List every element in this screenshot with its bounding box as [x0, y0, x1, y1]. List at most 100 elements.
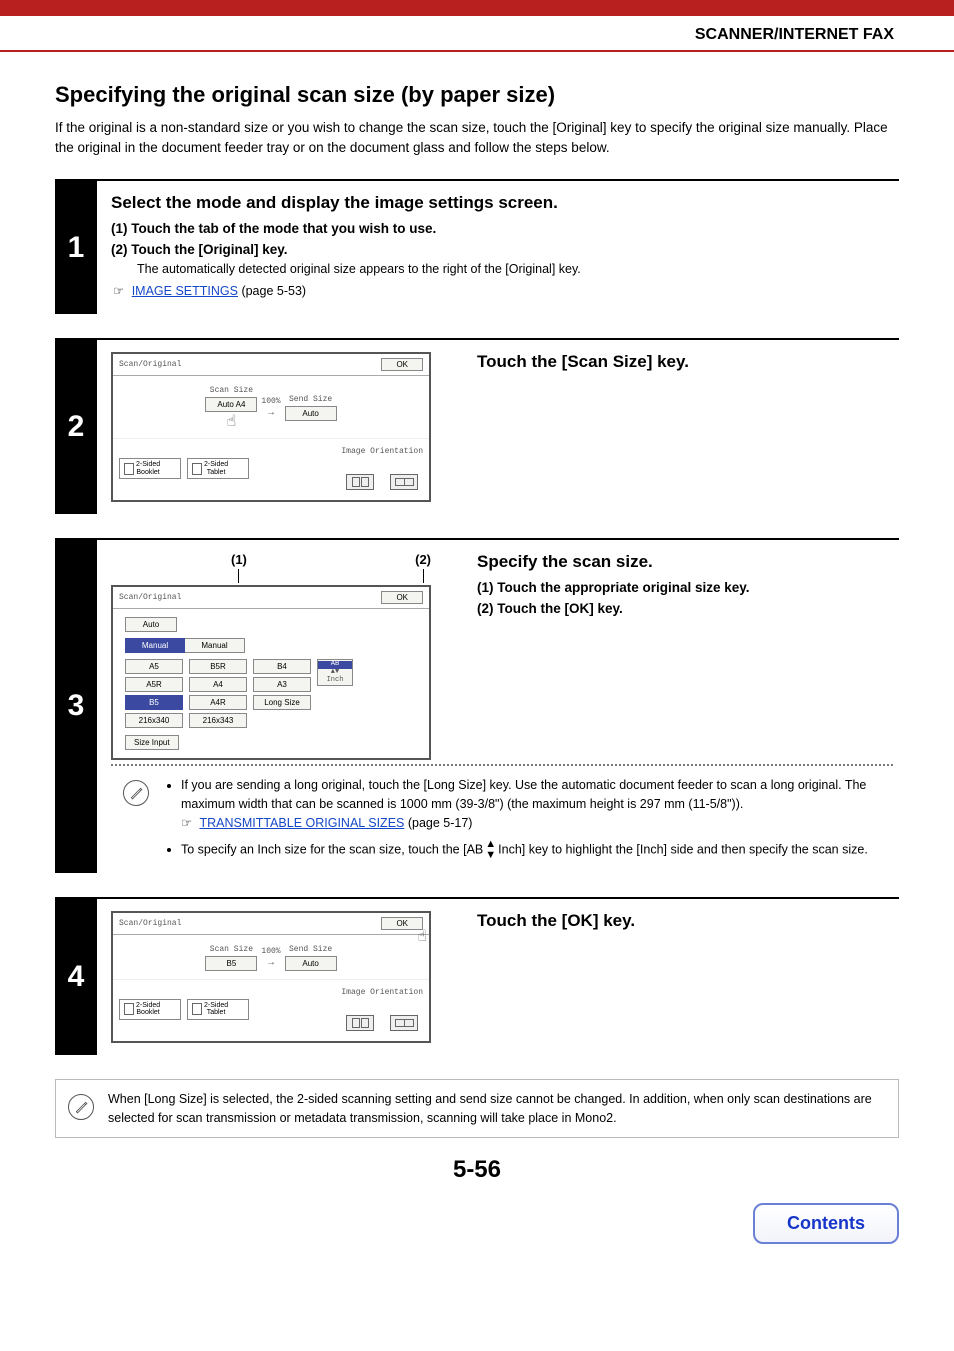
size-a4[interactable]: A4 — [189, 677, 247, 692]
orientation-landscape-button[interactable] — [390, 1015, 418, 1031]
step-3-item-2: (2) Touch the [OK] key. — [477, 601, 893, 616]
scan-size-label: Scan Size — [210, 386, 253, 395]
step-4-body: Scan/Original OK ☝ Scan Size B5 100% — [97, 899, 899, 1055]
step-1-heading: Select the mode and display the image se… — [111, 193, 893, 213]
step-4-screenshot: Scan/Original OK ☝ Scan Size B5 100% — [111, 911, 451, 1043]
note-icon — [68, 1094, 94, 1120]
note-icon — [123, 780, 149, 806]
tablet-icon — [192, 1003, 202, 1015]
step-1-item-1: (1) Touch the tab of the mode that you w… — [111, 221, 893, 236]
updown-icon: ▲▼ — [485, 839, 496, 861]
step-3-callouts: (1) (2) — [111, 552, 451, 585]
ok-button[interactable]: OK — [381, 358, 423, 371]
ok-button[interactable]: OK — [381, 591, 423, 604]
send-size-label: Send Size — [289, 945, 332, 954]
size-b5r[interactable]: B5R — [189, 659, 247, 674]
note-inch-a: To specify an Inch size for the scan siz… — [181, 842, 483, 856]
step-3-item-1: (1) Touch the appropriate original size … — [477, 580, 893, 595]
image-settings-link[interactable]: IMAGE SETTINGS — [132, 284, 238, 298]
ratio-label: 100% — [261, 397, 280, 406]
size-a3[interactable]: A3 — [253, 677, 311, 692]
intro-paragraph: If the original is a non-standard size o… — [55, 118, 899, 157]
arrow-right-icon: → — [268, 958, 274, 969]
booklet-line-a: 2-Sided — [136, 1002, 160, 1009]
note-inch-b: Inch] key to highlight the [Inch] side a… — [498, 842, 868, 856]
note-long-original-text: If you are sending a long original, touc… — [181, 778, 866, 811]
step-3: 3 (1) (2) Scan/Original OK Auto — [55, 538, 899, 873]
two-sided-booklet-button[interactable]: 2-SidedBooklet — [119, 458, 181, 479]
orientation-portrait-button[interactable] — [346, 1015, 374, 1031]
send-size-button[interactable]: Auto — [285, 406, 337, 421]
note-inch-size: To specify an Inch size for the scan siz… — [181, 839, 885, 861]
image-orientation-label: Image Orientation — [341, 447, 423, 456]
manual-tab-selected[interactable]: Manual — [125, 638, 185, 653]
screen3-title: Scan/Original — [119, 593, 181, 602]
contents-button[interactable]: Contents — [753, 1203, 899, 1244]
ab-inch-toggle[interactable]: AB ▲▼ Inch — [317, 659, 353, 686]
step-4-number: 4 — [55, 899, 97, 1055]
page-number: 5-56 — [55, 1156, 899, 1184]
step-4-right: Touch the [OK] key. — [477, 911, 893, 1043]
booklet-icon — [124, 1003, 134, 1015]
step-2-right: Touch the [Scan Size] key. — [477, 352, 893, 502]
manual-tab[interactable]: Manual — [185, 638, 245, 653]
tablet-line-b: Tablet — [207, 469, 226, 476]
bottom-note: When [Long Size] is selected, the 2-side… — [55, 1079, 899, 1139]
image-orientation-label: Image Orientation — [341, 988, 423, 997]
booklet-line-a: 2-Sided — [136, 461, 160, 468]
orientation-landscape-button[interactable] — [390, 474, 418, 490]
screen-scan-original: Scan/Original OK Scan Size Auto A4 ☝ 100… — [111, 352, 431, 502]
note-long-original: If you are sending a long original, touc… — [181, 776, 885, 833]
hand-pointer-icon: ☝ — [417, 929, 427, 945]
step-2-number: 2 — [55, 340, 97, 514]
screen-scan-size: Scan/Original OK Auto Manual Manual A5 — [111, 585, 431, 760]
screen-title: Scan/Original — [119, 360, 181, 369]
pointer-icon: ☞ — [113, 284, 124, 298]
orientation-portrait-button[interactable] — [346, 474, 374, 490]
scan-size-label: Scan Size — [210, 945, 253, 954]
size-b5-selected[interactable]: B5 — [125, 695, 183, 710]
step-3-heading: Specify the scan size. — [477, 552, 893, 572]
size-long[interactable]: Long Size — [253, 695, 311, 710]
size-216x340[interactable]: 216x340 — [125, 713, 183, 728]
scan-size-button[interactable]: Auto A4 — [205, 397, 257, 412]
page-heading: Specifying the original scan size (by pa… — [55, 82, 899, 108]
step-1-link-row: ☞ IMAGE SETTINGS (page 5-53) — [111, 283, 893, 301]
booklet-line-b: Booklet — [136, 469, 159, 476]
send-size-label: Send Size — [289, 395, 332, 404]
step-1-number: 1 — [55, 181, 97, 314]
step-4: 4 Scan/Original OK ☝ Scan Size B5 — [55, 897, 899, 1055]
transmittable-sizes-link[interactable]: TRANSMITTABLE ORIGINAL SIZES — [199, 816, 404, 830]
scan-size-button[interactable]: B5 — [205, 956, 257, 971]
step-3-right: Specify the scan size. (1) Touch the app… — [477, 552, 893, 760]
step-1-detected-text: The automatically detected original size… — [137, 261, 893, 279]
booklet-line-b: Booklet — [136, 1009, 159, 1016]
step-3-body: (1) (2) Scan/Original OK Auto Manual — [97, 540, 899, 873]
hand-pointer-icon: ☝ — [227, 414, 237, 430]
size-a4r[interactable]: A4R — [189, 695, 247, 710]
pointer-icon: ☞ — [181, 816, 192, 830]
callout-1: (1) — [231, 552, 247, 567]
two-sided-tablet-button[interactable]: 2-SidedTablet — [187, 458, 249, 479]
auto-button[interactable]: Auto — [125, 617, 177, 632]
size-a5[interactable]: A5 — [125, 659, 183, 674]
tablet-icon — [192, 463, 202, 475]
step-2-screenshot: Scan/Original OK Scan Size Auto A4 ☝ 100… — [111, 352, 451, 502]
tablet-line-a: 2-Sided — [204, 1002, 228, 1009]
header-row: SCANNER/INTERNET FAX — [0, 16, 954, 52]
two-sided-tablet-button[interactable]: 2-SidedTablet — [187, 999, 249, 1020]
size-a5r[interactable]: A5R — [125, 677, 183, 692]
step-2: 2 Scan/Original OK Scan Size Auto A4 ☝ — [55, 338, 899, 514]
step-2-heading: Touch the [Scan Size] key. — [477, 352, 893, 372]
size-216x343[interactable]: 216x343 — [189, 713, 247, 728]
size-input-button[interactable]: Size Input — [125, 735, 179, 750]
size-b4[interactable]: B4 — [253, 659, 311, 674]
step-3-screenshot-wrap: (1) (2) Scan/Original OK Auto Manual — [111, 552, 451, 760]
send-size-button[interactable]: Auto — [285, 956, 337, 971]
tablet-line-b: Tablet — [207, 1009, 226, 1016]
size-grid: A5 B5R B4 AB ▲▼ Inch A5R A4 A3 B5 — [113, 653, 429, 732]
two-sided-booklet-button[interactable]: 2-SidedBooklet — [119, 999, 181, 1020]
bottom-note-text: When [Long Size] is selected, the 2-side… — [108, 1090, 886, 1128]
step-1-item-2: (2) Touch the [Original] key. — [111, 242, 893, 257]
inch-label: Inch — [327, 677, 344, 685]
